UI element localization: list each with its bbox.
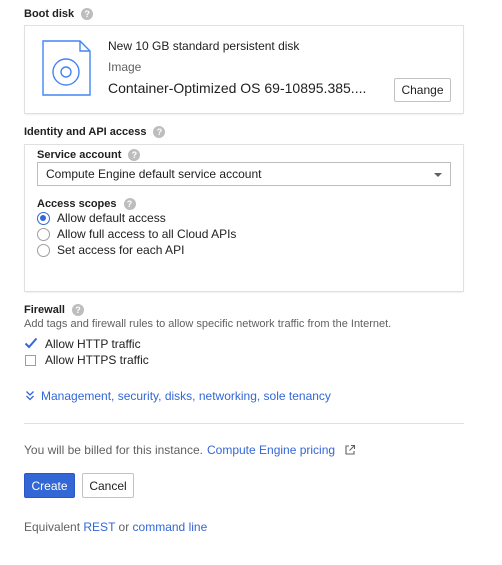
rest-link[interactable]: REST [83, 520, 115, 534]
firewall-description: Add tags and firewall rules to allow spe… [24, 318, 392, 330]
pricing-link[interactable]: Compute Engine pricing [207, 443, 335, 457]
disk-type-label: Image [108, 60, 142, 74]
command-line-link[interactable]: command line [133, 520, 208, 534]
service-account-label: Service account [37, 149, 122, 161]
billing-text: You will be billed for this instance. [24, 443, 203, 457]
help-icon[interactable]: ? [153, 126, 166, 138]
management-expander[interactable]: Management, security, disks, networking,… [25, 389, 331, 403]
checkbox[interactable] [25, 354, 36, 366]
equivalent-prefix: Equivalent [24, 520, 81, 534]
scope-option-label: Allow full access to all Cloud APIs [57, 227, 237, 241]
scope-option-default[interactable]: Allow default access [37, 211, 166, 225]
scope-option-full[interactable]: Allow full access to all Cloud APIs [37, 227, 236, 241]
firewall-heading: Firewall ? [24, 304, 84, 316]
equivalent-or: or [118, 520, 130, 534]
allow-https-checkbox-row[interactable]: Allow HTTPS traffic [25, 353, 149, 367]
boot-disk-card: New 10 GB standard persistent disk Image… [25, 26, 463, 113]
double-chevron-down-icon [26, 391, 34, 401]
access-scopes-label: Access scopes [37, 198, 117, 210]
divider [24, 423, 464, 424]
dropdown-arrow-icon [434, 173, 442, 177]
management-link[interactable]: Management, security, disks, networking,… [41, 389, 331, 403]
allow-https-label: Allow HTTPS traffic [45, 353, 149, 367]
radio-button[interactable] [37, 227, 50, 241]
radio-button[interactable] [37, 211, 50, 225]
help-icon[interactable]: ? [128, 149, 141, 161]
allow-http-label: Allow HTTP traffic [45, 337, 141, 351]
scope-option-label: Set access for each API [57, 243, 185, 257]
identity-card: Service account ? Compute Engine default… [25, 145, 463, 291]
change-button[interactable]: Change [394, 78, 451, 102]
help-icon[interactable]: ? [123, 198, 136, 210]
allow-http-checkbox-row[interactable]: Allow HTTP traffic [24, 337, 141, 351]
identity-title: Identity and API access [24, 126, 147, 138]
firewall-title: Firewall [24, 304, 65, 316]
service-account-select[interactable]: Compute Engine default service account [37, 162, 451, 186]
boot-disk-heading: Boot disk ? [24, 8, 94, 20]
disk-icon [42, 40, 92, 99]
disk-name: New 10 GB standard persistent disk [108, 39, 300, 53]
billing-notice: You will be billed for this instance. Co… [24, 443, 356, 457]
help-icon[interactable]: ? [81, 8, 94, 20]
scope-option-label: Allow default access [57, 211, 166, 225]
checkbox-checked[interactable] [24, 337, 38, 350]
service-account-value: Compute Engine default service account [46, 167, 262, 181]
equivalent-line: Equivalent REST or command line [24, 520, 207, 534]
help-icon[interactable]: ? [71, 304, 84, 316]
external-link-icon[interactable] [344, 444, 356, 456]
access-scopes-heading: Access scopes ? [37, 198, 136, 210]
service-account-heading: Service account ? [37, 149, 141, 161]
boot-disk-title: Boot disk [24, 8, 75, 20]
identity-heading: Identity and API access ? [24, 126, 166, 138]
scope-option-custom[interactable]: Set access for each API [37, 243, 184, 257]
create-button[interactable]: Create [24, 473, 75, 498]
cancel-button[interactable]: Cancel [82, 473, 134, 498]
disk-image-name: Container-Optimized OS 69-10895.385.... [108, 80, 367, 96]
radio-button[interactable] [37, 243, 50, 257]
